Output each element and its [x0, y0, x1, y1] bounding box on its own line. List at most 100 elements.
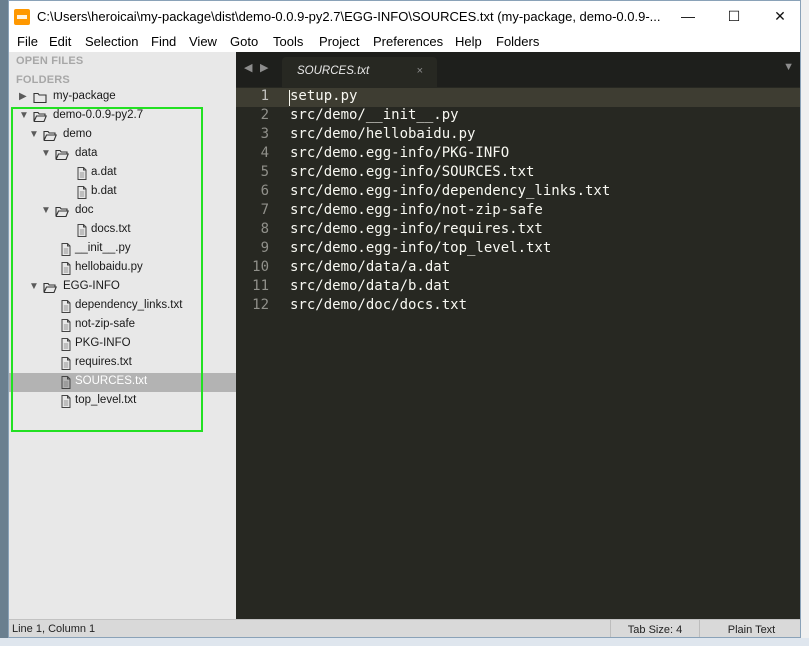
tree-item-init-py[interactable]: __init__.py — [9, 240, 236, 259]
file-icon — [75, 224, 89, 237]
tree-item-label: a.dat — [91, 166, 117, 178]
line-number: 7 — [260, 202, 269, 218]
tab-scroll-right-icon[interactable]: ▶ — [260, 61, 268, 74]
tree-item-label: not-zip-safe — [75, 318, 136, 330]
disclosure-expanded-icon[interactable]: ▼ — [29, 128, 39, 141]
line-text: src/demo/__init__.py — [290, 107, 459, 123]
tree-item-label: demo-0.0.9-py2.7 — [53, 109, 144, 121]
tree-item-label: demo — [63, 128, 92, 140]
menu-edit[interactable]: Edit — [49, 34, 71, 49]
menu-tools[interactable]: Tools — [273, 34, 303, 49]
maximize-button[interactable]: ☐ — [711, 1, 757, 32]
code-line[interactable]: 8 src/demo.egg-info/requires.txt — [236, 221, 800, 240]
line-number: 11 — [252, 278, 269, 294]
file-icon — [59, 357, 73, 370]
file-icon — [59, 395, 73, 408]
disclosure-expanded-icon[interactable]: ▼ — [19, 109, 29, 122]
disclosure-expanded-icon[interactable]: ▼ — [41, 147, 51, 160]
folder-open-icon — [43, 281, 58, 294]
code-line[interactable]: 3 src/demo/hellobaidu.py — [236, 126, 800, 145]
sidebar: OPEN FILES FOLDERS ▶ my-package ▼ demo-0.0.… — [9, 52, 236, 619]
window-title: C:\Users\heroicai\my-package\dist\demo-0… — [37, 9, 661, 24]
tree-item-sources-txt[interactable]: SOURCES.txt — [9, 373, 236, 392]
line-number: 2 — [260, 107, 269, 123]
tree-item-label: b.dat — [91, 185, 117, 197]
tree-item-label: __init__.py — [75, 242, 131, 254]
tree-item-egg-info[interactable]: ▼ EGG-INFO — [9, 278, 236, 297]
folders-heading: FOLDERS — [16, 74, 70, 86]
code-line[interactable]: 1 setup.py — [236, 88, 800, 107]
menu-help[interactable]: Help — [455, 34, 482, 49]
file-icon — [59, 376, 73, 389]
line-text: src/demo.egg-info/not-zip-safe — [290, 202, 543, 218]
code-line[interactable]: 2 src/demo/__init__.py — [236, 107, 800, 126]
tree-item-demo[interactable]: ▼ demo — [9, 126, 236, 145]
tree-item-docs-txt[interactable]: docs.txt — [9, 221, 236, 240]
tab-dropdown-icon[interactable]: ▼ — [783, 61, 794, 73]
tree-item-requires-txt[interactable]: requires.txt — [9, 354, 236, 373]
tree-item-not-zip-safe[interactable]: not-zip-safe — [9, 316, 236, 335]
code-line[interactable]: 9 src/demo.egg-info/top_level.txt — [236, 240, 800, 259]
tree-item-pkg-info[interactable]: PKG-INFO — [9, 335, 236, 354]
code-line[interactable]: 10 src/demo/data/a.dat — [236, 259, 800, 278]
code-line[interactable]: 7 src/demo.egg-info/not-zip-safe — [236, 202, 800, 221]
line-number: 4 — [260, 145, 269, 161]
tree-item-doc[interactable]: ▼ doc — [9, 202, 236, 221]
code-line[interactable]: 6 src/demo.egg-info/dependency_links.txt — [236, 183, 800, 202]
tree-item-label: requires.txt — [75, 356, 132, 368]
open-files-heading: OPEN FILES — [16, 55, 84, 67]
tab-scroll-left-icon[interactable]: ◀ — [244, 61, 252, 74]
tab-label: SOURCES.txt — [297, 65, 370, 77]
tree-item-b-dat[interactable]: b.dat — [9, 183, 236, 202]
disclosure-expanded-icon[interactable]: ▼ — [29, 280, 39, 293]
menu-folders[interactable]: Folders — [496, 34, 539, 49]
disclosure-collapsed-icon[interactable]: ▶ — [19, 90, 29, 103]
code-line[interactable]: 4 src/demo.egg-info/PKG-INFO — [236, 145, 800, 164]
tree-item-top-level-txt[interactable]: top_level.txt — [9, 392, 236, 411]
editor-pane[interactable]: ◀ ▶ SOURCES.txt × ▼ 1 setup.py 2 src/demo/_… — [236, 52, 800, 619]
menu-project[interactable]: Project — [319, 34, 359, 49]
close-button[interactable]: ✕ — [757, 1, 800, 32]
line-number: 3 — [260, 126, 269, 142]
tree-item-label: top_level.txt — [75, 394, 137, 406]
tree-item-label: data — [75, 147, 98, 159]
menu-view[interactable]: View — [189, 34, 217, 49]
tree-item-label: docs.txt — [91, 223, 131, 235]
syntax-selector[interactable]: Plain Text — [699, 620, 800, 637]
file-icon — [59, 243, 73, 256]
file-icon — [59, 319, 73, 332]
line-text: src/demo/data/a.dat — [290, 259, 451, 275]
disclosure-expanded-icon[interactable]: ▼ — [41, 204, 51, 217]
sublime-window: C:\Users\heroicai\my-package\dist\demo-0… — [8, 0, 801, 638]
tab-size-selector[interactable]: Tab Size: 4 — [610, 620, 699, 637]
folder-open-icon — [55, 205, 70, 218]
menu-preferences[interactable]: Preferences — [373, 34, 443, 49]
file-icon — [59, 262, 73, 275]
menu-file[interactable]: File — [17, 34, 38, 49]
tree-item-label: dependency_links.txt — [75, 299, 183, 311]
minimize-button[interactable]: — — [665, 1, 711, 32]
background-window-edge — [801, 0, 809, 646]
line-number: 8 — [260, 221, 269, 237]
sublime-app-icon — [14, 9, 30, 25]
tree-item-label: SOURCES.txt — [75, 375, 148, 387]
tree-item-dependency-links-txt[interactable]: dependency_links.txt — [9, 297, 236, 316]
menu-goto[interactable]: Goto — [230, 34, 258, 49]
file-icon — [75, 186, 89, 199]
tree-item-a-dat[interactable]: a.dat — [9, 164, 236, 183]
code-line[interactable]: 5 src/demo.egg-info/SOURCES.txt — [236, 164, 800, 183]
code-line[interactable]: 11 src/demo/data/b.dat — [236, 278, 800, 297]
line-number: 5 — [260, 164, 269, 180]
menu-find[interactable]: Find — [151, 34, 176, 49]
tree-item-my-package[interactable]: ▶ my-package — [9, 88, 236, 107]
code-line[interactable]: 12 src/demo/doc/docs.txt — [236, 297, 800, 316]
title-bar[interactable]: C:\Users\heroicai\my-package\dist\demo-0… — [9, 1, 800, 32]
line-text: src/demo/data/b.dat — [290, 278, 451, 294]
line-text: src/demo.egg-info/dependency_links.txt — [290, 183, 611, 199]
tree-item-data[interactable]: ▼ data — [9, 145, 236, 164]
tree-item-hellobaidu-py[interactable]: hellobaidu.py — [9, 259, 236, 278]
menu-selection[interactable]: Selection — [85, 34, 138, 49]
tab-close-icon[interactable]: × — [417, 65, 423, 77]
tab-sources-txt[interactable]: SOURCES.txt × — [282, 57, 437, 87]
tree-item-demo-0-0-9-py2-7[interactable]: ▼ demo-0.0.9-py2.7 — [9, 107, 236, 126]
